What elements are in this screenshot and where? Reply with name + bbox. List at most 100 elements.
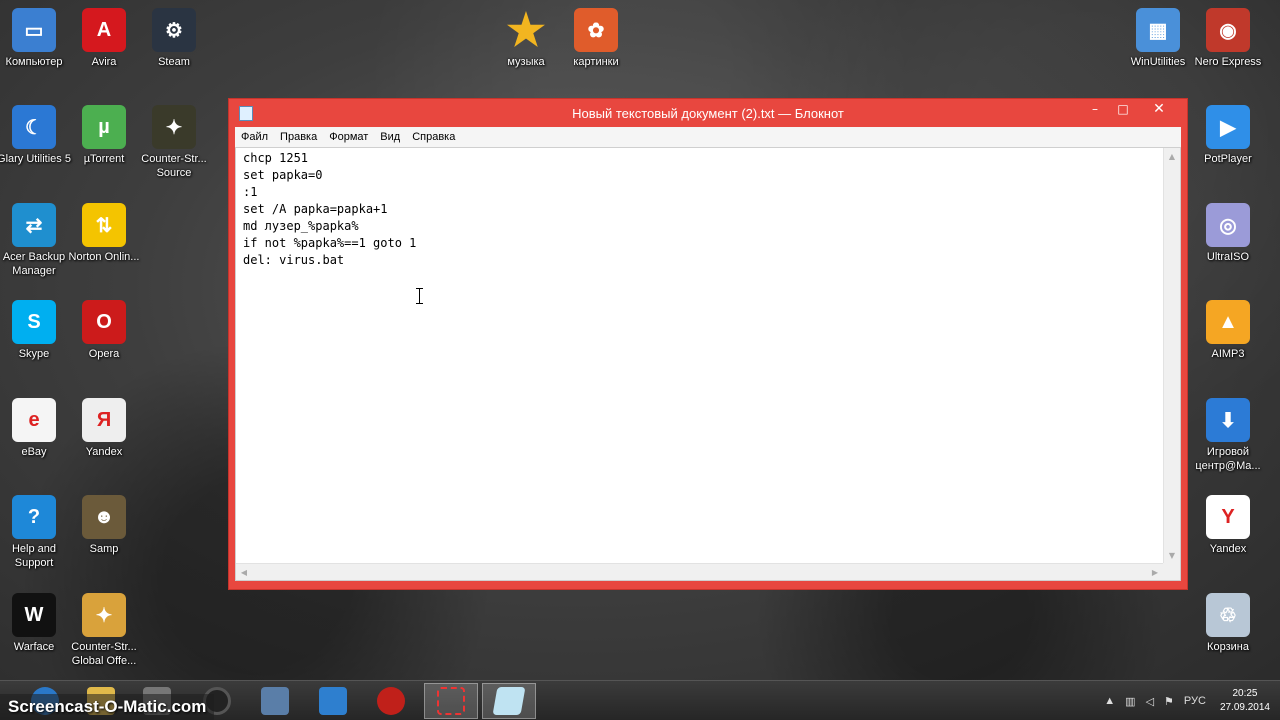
desktop-shortcut-label: Counter-Str... Global Offe... bbox=[71, 641, 137, 667]
desktop-shortcut-label: Steam bbox=[158, 56, 190, 68]
desktop-shortcut-label: Skype bbox=[18, 348, 50, 360]
tray-expand-icon[interactable]: ▲ bbox=[1104, 695, 1115, 707]
desktop-shortcut-label: Glary Utilities 5 bbox=[0, 153, 71, 165]
documents-icon bbox=[261, 687, 289, 715]
desktop-shortcut-label: Norton Onlin... bbox=[68, 251, 140, 263]
desktop-shortcut[interactable]: ? Help and Support bbox=[0, 495, 72, 570]
desktop-shortcut-label: Yandex bbox=[85, 446, 123, 458]
notepad-icon[interactable] bbox=[239, 106, 253, 121]
yandex-browser-icon: Y bbox=[1206, 495, 1250, 539]
desktop-shortcut[interactable]: ✿ картинки bbox=[558, 8, 634, 69]
clock[interactable]: 20:25 27.09.2014 bbox=[1220, 687, 1270, 715]
scroll-up-arrow-icon[interactable]: ▲ bbox=[1164, 148, 1180, 164]
clock-time: 20:25 bbox=[1232, 688, 1258, 699]
screen-capture-icon bbox=[437, 687, 465, 715]
warface-icon: W bbox=[12, 593, 56, 637]
desktop-shortcut[interactable]: ⇄ Acer Backup Manager bbox=[0, 203, 72, 278]
desktop-shortcut[interactable]: ⇅ Norton Onlin... bbox=[66, 203, 142, 264]
utorrent-icon: µ bbox=[82, 105, 126, 149]
desktop-shortcut-label: Help and Support bbox=[11, 543, 57, 569]
desktop-shortcut[interactable]: Y Yandex bbox=[1190, 495, 1266, 556]
desktop-shortcut-label: WinUtilities bbox=[1130, 56, 1186, 68]
menu-help[interactable]: Справка bbox=[412, 131, 455, 143]
glary-icon: ☾ bbox=[12, 105, 56, 149]
menu-format[interactable]: Формат bbox=[329, 131, 368, 143]
screencast-watermark: Screencast-O-Matic.com bbox=[0, 694, 215, 720]
scrollbar-corner bbox=[1163, 563, 1180, 580]
taskbar-power[interactable] bbox=[364, 683, 418, 719]
taskbar-settings[interactable] bbox=[306, 683, 360, 719]
notepad-window[interactable]: Новый текстовый документ (2).txt — Блокн… bbox=[228, 98, 1188, 590]
desktop-shortcut[interactable]: ⚙ Steam bbox=[136, 8, 212, 69]
taskbar-docs[interactable] bbox=[248, 683, 302, 719]
computer-icon: ▭ bbox=[12, 8, 56, 52]
desktop-shortcut-label: Counter-Str... Source bbox=[141, 153, 207, 179]
desktop-shortcut[interactable]: ♲ Корзина bbox=[1190, 593, 1266, 654]
menu-bar: Файл Правка Формат Вид Справка bbox=[235, 127, 1181, 147]
desktop-shortcut[interactable]: µ µTorrent bbox=[66, 105, 142, 166]
settings-window-icon bbox=[319, 687, 347, 715]
vertical-scrollbar[interactable]: ▲ ▼ bbox=[1163, 148, 1180, 563]
text-editor[interactable]: chcp 1251 set papka=0 :1 set /A papka=pa… bbox=[235, 147, 1181, 581]
desktop-shortcut[interactable]: W Warface bbox=[0, 593, 72, 654]
desktop-shortcut[interactable]: ▲ AIMP3 bbox=[1190, 300, 1266, 361]
desktop-shortcut[interactable]: ★ музыка bbox=[488, 6, 564, 69]
desktop-shortcut-label: Компьютер bbox=[5, 56, 63, 68]
desktop-shortcut-label: Nero Express bbox=[1194, 56, 1262, 68]
desktop-shortcut[interactable]: ☾ Glary Utilities 5 bbox=[0, 105, 72, 166]
language-indicator[interactable]: РУС bbox=[1184, 695, 1206, 707]
game-center-icon: ⬇ bbox=[1206, 398, 1250, 442]
desktop-shortcut[interactable]: ◉ Nero Express bbox=[1190, 8, 1266, 69]
desktop-shortcut[interactable]: Я Yandex bbox=[66, 398, 142, 459]
desktop-shortcut[interactable]: A Avira bbox=[66, 8, 142, 69]
taskbar-notepad[interactable] bbox=[482, 683, 536, 719]
desktop-shortcut-label: Opera bbox=[88, 348, 120, 360]
desktop-shortcut[interactable]: ◎ UltraISO bbox=[1190, 203, 1266, 264]
desktop-shortcut[interactable]: S Skype bbox=[0, 300, 72, 361]
editor-content[interactable]: chcp 1251 set papka=0 :1 set /A papka=pa… bbox=[243, 150, 416, 269]
power-icon bbox=[377, 687, 405, 715]
scroll-left-arrow-icon[interactable]: ◀ bbox=[236, 564, 252, 580]
norton-icon: ⇅ bbox=[82, 203, 126, 247]
desktop-shortcut-label: eBay bbox=[21, 446, 47, 458]
desktop-shortcut[interactable]: ▭ Компьютер bbox=[0, 8, 72, 69]
horizontal-scrollbar[interactable]: ◀ ▶ bbox=[236, 563, 1163, 580]
steam-icon: ⚙ bbox=[152, 8, 196, 52]
desktop-shortcut[interactable]: ▦ WinUtilities bbox=[1120, 8, 1196, 69]
skype-icon: S bbox=[12, 300, 56, 344]
avira-icon: A bbox=[82, 8, 126, 52]
flag-icon[interactable]: ⚑ bbox=[1164, 695, 1174, 708]
scroll-down-arrow-icon[interactable]: ▼ bbox=[1164, 547, 1180, 563]
text-cursor-icon bbox=[416, 288, 425, 304]
minimize-button[interactable]: – bbox=[1081, 99, 1109, 119]
desktop-shortcut[interactable]: e eBay bbox=[0, 398, 72, 459]
desktop-shortcut[interactable]: ⬇ Игровой центр@Ma... bbox=[1190, 398, 1266, 473]
help-icon: ? bbox=[12, 495, 56, 539]
desktop-shortcut[interactable]: ☻ Samp bbox=[66, 495, 142, 556]
network-icon[interactable]: ▥ bbox=[1125, 695, 1135, 708]
menu-file[interactable]: Файл bbox=[241, 131, 268, 143]
ultraiso-icon: ◎ bbox=[1206, 203, 1250, 247]
desktop-shortcut-label: Игровой центр@Ma... bbox=[1195, 446, 1261, 472]
desktop-shortcut[interactable]: ✦ Counter-Str... Global Offe... bbox=[66, 593, 142, 668]
clock-date: 27.09.2014 bbox=[1219, 702, 1270, 713]
menu-edit[interactable]: Правка bbox=[280, 131, 317, 143]
title-bar[interactable]: Новый текстовый документ (2).txt — Блокн… bbox=[229, 99, 1187, 127]
desktop-shortcut[interactable]: O Opera bbox=[66, 300, 142, 361]
acer-backup-icon: ⇄ bbox=[12, 203, 56, 247]
desktop-shortcut-label: Samp bbox=[89, 543, 119, 555]
desktop-shortcut-label: µTorrent bbox=[83, 153, 125, 165]
maximize-button[interactable]: □ bbox=[1109, 99, 1137, 119]
winutilities-icon: ▦ bbox=[1136, 8, 1180, 52]
nero-icon: ◉ bbox=[1206, 8, 1250, 52]
desktop-shortcut-label: Корзина bbox=[1207, 641, 1249, 653]
desktop-shortcut-label: Avira bbox=[91, 56, 117, 68]
close-button[interactable]: ✕ bbox=[1137, 99, 1181, 119]
taskbar-screencast[interactable] bbox=[424, 683, 478, 719]
scroll-right-arrow-icon[interactable]: ▶ bbox=[1147, 564, 1163, 580]
volume-icon[interactable]: ◁ bbox=[1146, 695, 1154, 708]
desktop-shortcut[interactable]: ▶ PotPlayer bbox=[1190, 105, 1266, 166]
desktop-shortcut[interactable]: ✦ Counter-Str... Source bbox=[136, 105, 212, 180]
menu-view[interactable]: Вид bbox=[380, 131, 400, 143]
ebay-icon: e bbox=[12, 398, 56, 442]
